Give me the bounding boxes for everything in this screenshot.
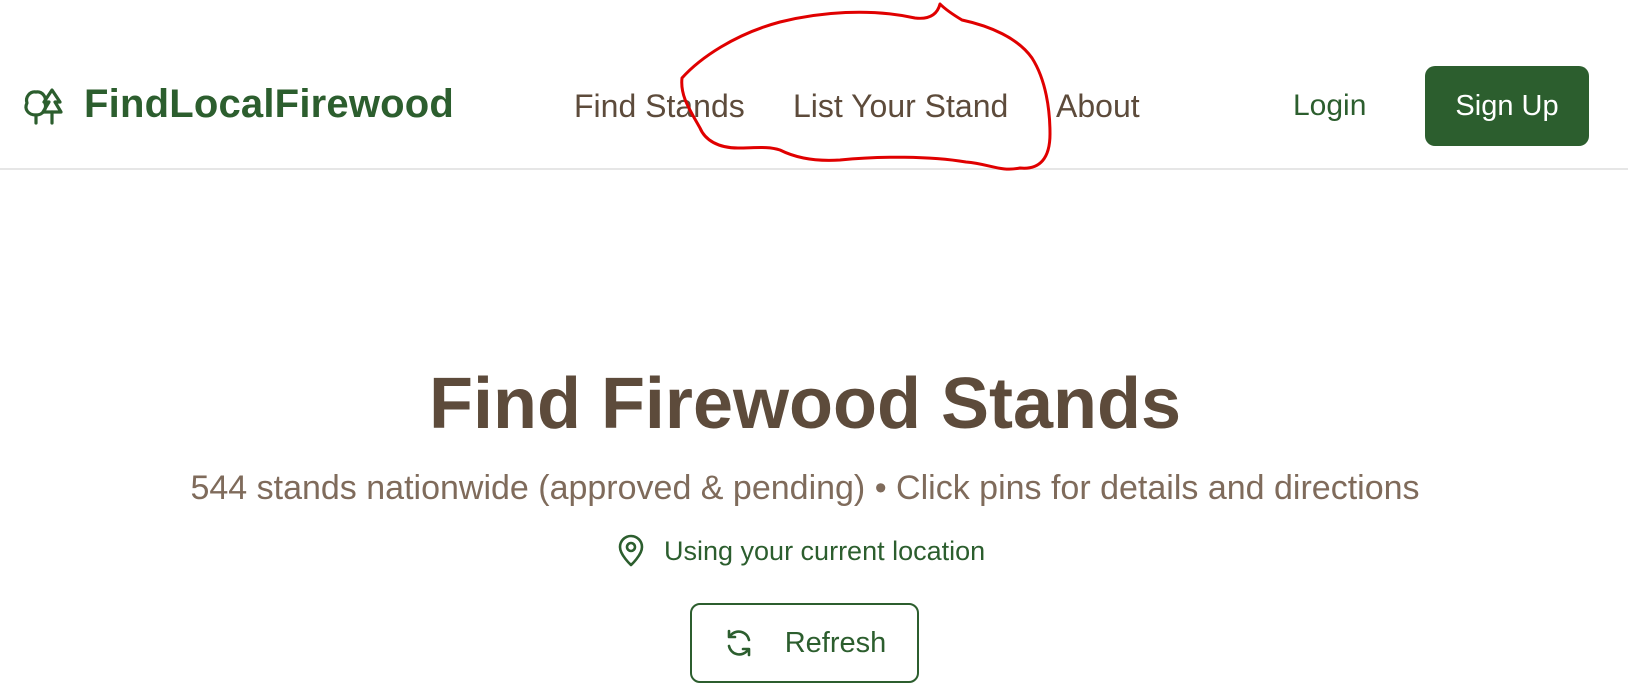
brand-name: FindLocalFirewood: [84, 82, 455, 126]
brand-logo-link[interactable]: FindLocalFirewood: [22, 82, 454, 126]
location-text: Using your current location: [664, 536, 986, 566]
refresh-button[interactable]: Refresh: [690, 603, 919, 683]
map-pin-icon: [616, 534, 646, 568]
site-header: FindLocalFirewood Find Stands List Your …: [0, 0, 1628, 170]
refresh-icon: [723, 627, 755, 659]
stands-summary-text: 544 stands nationwide (approved & pendin…: [190, 469, 1420, 507]
login-link[interactable]: Login: [1293, 86, 1366, 126]
page-title: Find Firewood Stands: [429, 364, 1181, 444]
nav-find-stands[interactable]: Find Stands: [574, 86, 745, 126]
refresh-label: Refresh: [784, 626, 887, 659]
location-status: Using your current location: [616, 534, 985, 568]
nav-about[interactable]: About: [1056, 86, 1140, 126]
nav-list-your-stand[interactable]: List Your Stand: [793, 86, 1008, 126]
sign-up-button[interactable]: Sign Up: [1425, 66, 1589, 146]
trees-icon: [22, 82, 66, 126]
page: FindLocalFirewood Find Stands List Your …: [0, 0, 1628, 697]
